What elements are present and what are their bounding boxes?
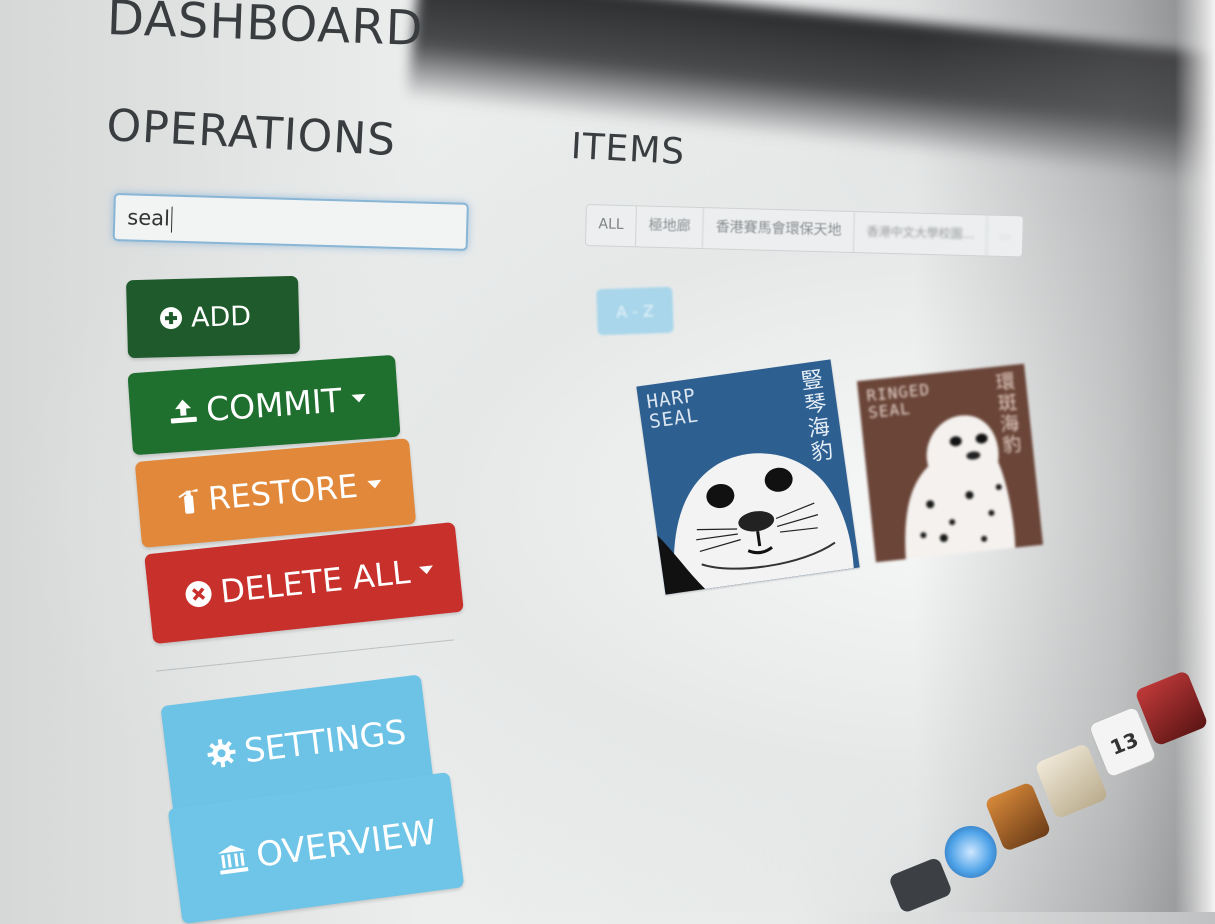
- text-cursor: [170, 206, 173, 233]
- commit-button[interactable]: COMMIT: [127, 354, 401, 456]
- app-icon[interactable]: [887, 856, 954, 914]
- settings-button-label: SETTINGS: [242, 711, 409, 770]
- close-circle-icon: [183, 579, 214, 610]
- calendar-day: 13: [1106, 727, 1142, 760]
- search-input[interactable]: seal: [112, 193, 469, 251]
- category-tabs: ALL 極地廊 香港賽馬會環保天地 香港中文大學校園… …: [584, 204, 1025, 258]
- tab-polar-gallery[interactable]: 極地廊: [636, 206, 705, 249]
- delete-all-button-label: DELETE ALL: [218, 552, 412, 611]
- gear-icon: [205, 737, 238, 770]
- item-card-ringed-seal[interactable]: RINGED SEAL 環斑海豹: [856, 363, 1044, 563]
- section-divider: [155, 639, 455, 672]
- tab-more[interactable]: …: [987, 216, 1023, 257]
- chevron-down-icon: [419, 565, 435, 575]
- dvd-player-icon[interactable]: [936, 818, 1005, 886]
- tab-all[interactable]: ALL: [585, 205, 638, 247]
- chevron-down-icon: [367, 479, 382, 489]
- dock: 13: [830, 603, 1215, 918]
- ringed-seal-english-name: RINGED SEAL: [866, 380, 933, 422]
- sort-az-button[interactable]: A - Z: [596, 286, 674, 336]
- commit-button-label: COMMIT: [204, 380, 344, 429]
- page-title: DASHBOARD: [106, 0, 425, 58]
- restore-button-label: RESTORE: [206, 466, 360, 518]
- items-heading: ITEMS: [569, 126, 687, 173]
- tab-cuhk-campus[interactable]: 香港中文大學校園…: [854, 212, 989, 256]
- add-button-label: ADD: [190, 300, 252, 334]
- upload-icon: [167, 397, 199, 425]
- add-button[interactable]: ADD: [126, 275, 300, 359]
- dashboard-screen: DASHBOARD OPERATIONS ITEMS seal ADD COMM…: [0, 0, 1215, 924]
- harp-seal-english-name: HARP SEAL: [645, 385, 700, 433]
- chevron-down-icon: [351, 393, 366, 403]
- fire-extinguisher-icon: [175, 486, 201, 516]
- operations-heading: OPERATIONS: [105, 100, 398, 167]
- item-card-harp-seal[interactable]: HARP SEAL 豎琴海豹: [636, 359, 860, 595]
- tab-jockey-club-eco[interactable]: 香港賽馬會環保天地: [703, 208, 856, 253]
- overview-button-label: OVERVIEW: [253, 812, 439, 876]
- search-input-value: seal: [126, 205, 171, 231]
- plus-circle-icon: [159, 306, 184, 331]
- bank-icon: [215, 841, 251, 877]
- preview-icon[interactable]: [1034, 742, 1109, 820]
